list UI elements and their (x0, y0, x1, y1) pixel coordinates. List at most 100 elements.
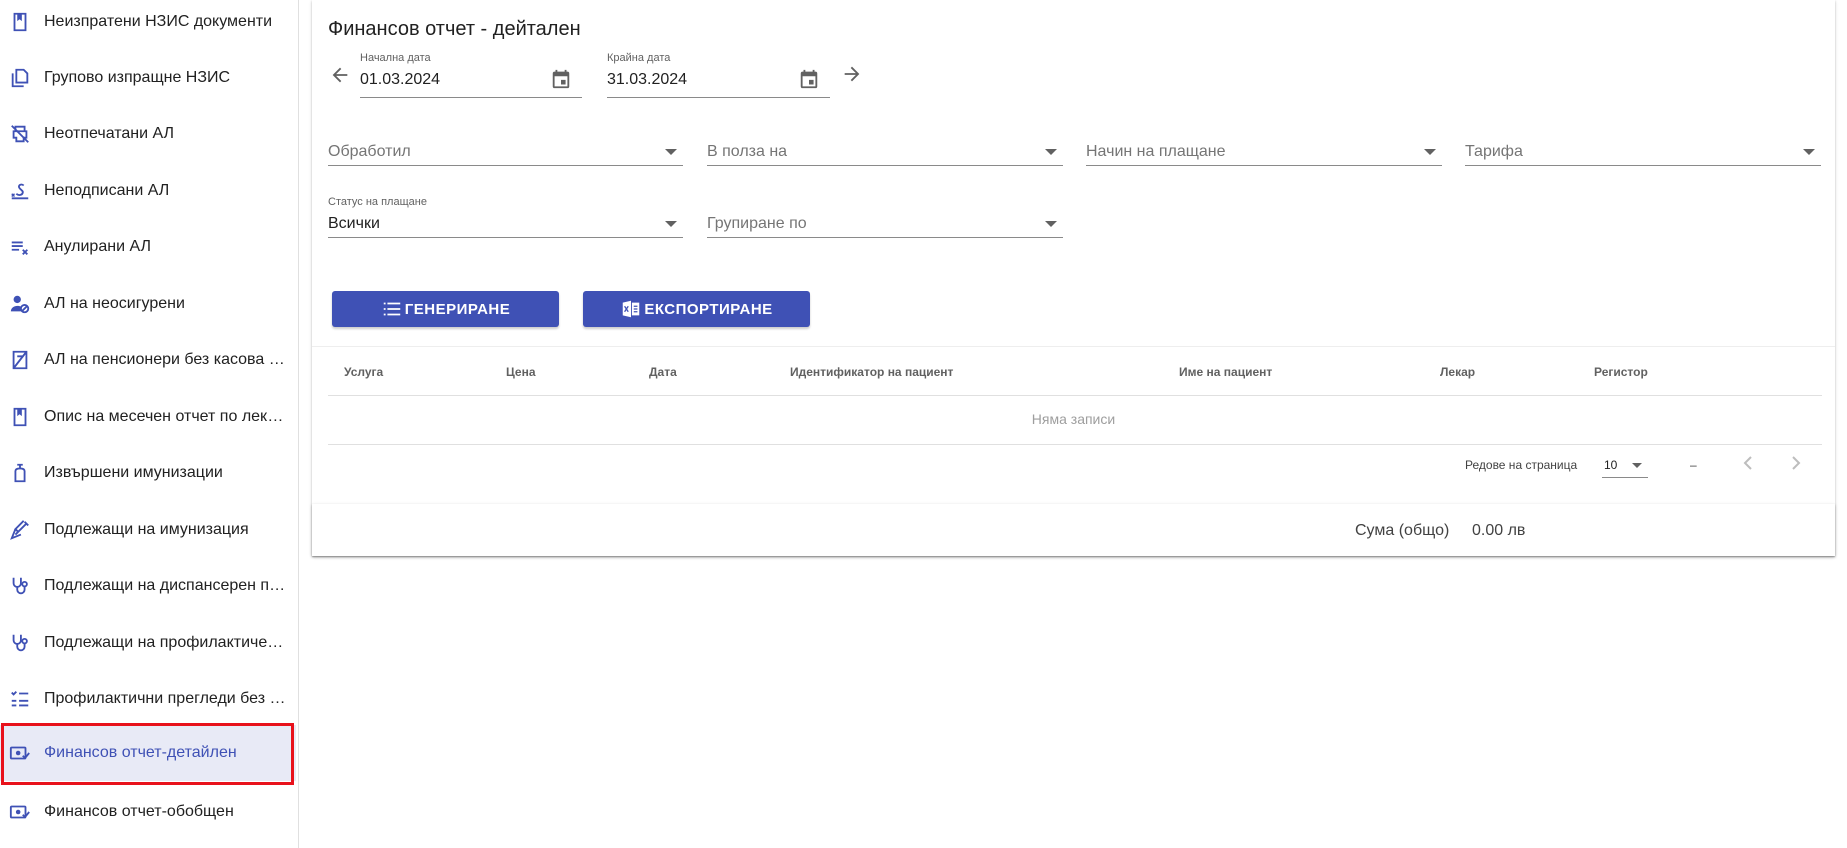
sidebar-item-unsent-nzis[interactable]: Неизпратени НЗИС документи (0, 0, 296, 50)
payment-method-select[interactable]: Начин на плащане (1086, 122, 1442, 166)
start-date-value: 01.03.2024 (360, 71, 441, 88)
export-button-label: ЕКСПОРТИРАНЕ (644, 300, 773, 318)
rows-per-page-select[interactable]: 10 (1602, 450, 1648, 478)
column-header-patient-name[interactable]: Име на пациент (1179, 365, 1272, 379)
sidebar-item-finance-summary[interactable]: Финансов отчет-обобщен (0, 784, 296, 840)
sidebar-item-label: Финансов отчет-детайлен (44, 744, 237, 761)
empty-table-message: Няма записи (1031, 411, 1116, 427)
arrow-left-icon (332, 67, 348, 83)
stethoscope-icon (9, 575, 31, 597)
start-date-field[interactable]: Начална дата 01.03.2024 (360, 52, 582, 98)
sidebar-item-dispensary-due[interactable]: Подлежащи на диспансерен преглед (0, 558, 296, 614)
sidebar-item-monthly-report[interactable]: Опис на месечен отчет по лекари (0, 389, 296, 445)
signature-icon (9, 180, 31, 202)
rows-per-page-value: 10 (1604, 458, 1618, 472)
total-sum-label: Сума (общо) (1355, 522, 1450, 539)
column-header-register[interactable]: Регистор (1594, 365, 1648, 379)
dropdown-caret-icon (1045, 149, 1057, 155)
bookmark-icon (9, 11, 31, 33)
receipt-off-icon (9, 349, 31, 371)
sidebar-item-unprinted[interactable]: Неотпечатани АЛ (0, 106, 296, 162)
in-favor-of-select[interactable]: В полза на (707, 122, 1063, 166)
processed-by-placeholder: Обработил (328, 143, 411, 160)
generate-button[interactable]: ГЕНЕРИРАНЕ (332, 291, 559, 327)
chevron-left-icon (1743, 456, 1752, 470)
payment-method-placeholder: Начин на плащане (1086, 143, 1226, 160)
column-header-service[interactable]: Услуга (344, 365, 383, 379)
calendar-icon[interactable] (550, 68, 572, 90)
rows-per-page-label: Редове на страница (1465, 458, 1578, 472)
report-card: Финансов отчет - дейтален Начална дата 0… (312, 0, 1835, 556)
dropdown-caret-icon (1045, 221, 1057, 227)
in-favor-of-placeholder: В полза на (707, 143, 788, 160)
dropdown-caret-icon (665, 149, 677, 155)
summary-card: Сума (общо) 0.00 лв (312, 504, 1835, 556)
arrow-right-icon (844, 66, 860, 82)
sidebar-item-preventive-no-results[interactable]: Профилактични прегледи без резултати (0, 671, 296, 727)
sidebar-item-label: Неизпратени НЗИС документи (44, 13, 273, 30)
sidebar-item-immunizations-done[interactable]: Извършени имунизации (0, 445, 296, 501)
end-date-label: Крайна дата (607, 52, 671, 64)
previous-page-button[interactable] (1736, 451, 1760, 475)
dropdown-caret-icon (665, 221, 677, 227)
column-header-price[interactable]: Цена (506, 365, 536, 379)
next-period-button[interactable] (841, 63, 863, 85)
end-date-value: 31.03.2024 (607, 71, 688, 88)
column-header-patient-id[interactable]: Идентификатор на пациент (790, 365, 953, 379)
chevron-right-icon (1792, 456, 1801, 470)
playlist-remove-icon (9, 236, 31, 258)
bookmark-icon (9, 406, 31, 428)
processed-by-select[interactable]: Обработил (328, 122, 683, 166)
sidebar-item-label: Неотпечатани АЛ (44, 125, 175, 142)
sidebar-item-label: Групово изпращне НЗИС (44, 69, 231, 86)
list-icon (383, 302, 400, 316)
column-header-doctor[interactable]: Лекар (1440, 365, 1475, 379)
dropdown-caret-icon (1632, 463, 1642, 468)
payment-status-label: Статус на плащане (328, 196, 427, 208)
payment-status-select[interactable]: Статус на плащане Всички (328, 194, 683, 238)
sidebar-item-immunization-due[interactable]: Подлежащи на имунизация (0, 502, 296, 558)
sidebar-item-label: АЛ на пенсионери без касова бележка (44, 351, 286, 368)
sidebar-item-group-send-nzis[interactable]: Групово изпращне НЗИС (0, 50, 296, 106)
sidebar-item-label: АЛ на неосигурени (44, 295, 185, 312)
payment-status-value: Всички (328, 215, 380, 232)
generate-button-label: ГЕНЕРИРАНЕ (404, 300, 511, 318)
sidebar-item-label: Подлежащи на диспансерен преглед (44, 577, 286, 594)
vaccine-bottle-icon (9, 462, 31, 484)
money-check-icon (9, 742, 31, 764)
end-date-field[interactable]: Крайна дата 31.03.2024 (607, 52, 830, 98)
export-button[interactable]: ЕКСПОРТИРАНЕ (583, 291, 810, 327)
sidebar: Неизпратени НЗИС документи Групово изпра… (0, 0, 299, 848)
person-off-icon (9, 293, 31, 315)
copy-icon (9, 67, 31, 89)
print-disabled-icon (9, 123, 31, 145)
money-check-icon (9, 801, 31, 823)
tariff-placeholder: Тарифа (1465, 143, 1523, 160)
start-date-label: Начална дата (360, 52, 431, 64)
sidebar-item-label: Анулирани АЛ (44, 238, 151, 255)
sidebar-item-pensioners[interactable]: АЛ на пенсионери без касова бележка (0, 332, 296, 388)
group-by-placeholder: Групиране по (707, 215, 807, 232)
sidebar-item-cancelled[interactable]: Анулирани АЛ (0, 219, 296, 275)
sidebar-item-label: Профилактични прегледи без резултати (44, 690, 286, 707)
total-sum-value: 0.00 лв (1472, 522, 1526, 539)
excel-icon (623, 300, 640, 318)
calendar-icon[interactable] (798, 68, 820, 90)
sidebar-item-finance-detailed[interactable]: Финансов отчет-детайлен (0, 725, 296, 781)
sidebar-item-unsigned[interactable]: Неподписани АЛ (0, 163, 296, 219)
syringe-icon (9, 519, 31, 541)
sidebar-item-uninsured[interactable]: АЛ на неосигурени (0, 276, 296, 332)
next-page-button[interactable] (1784, 451, 1808, 475)
sidebar-item-label: Опис на месечен отчет по лекари (44, 408, 286, 425)
sidebar-item-label: Неподписани АЛ (44, 182, 170, 199)
group-by-select[interactable]: Групиране по (707, 194, 1063, 238)
tariff-select[interactable]: Тарифа (1465, 122, 1821, 166)
previous-period-button[interactable] (329, 64, 351, 86)
sidebar-item-label: Подлежащи на профилактичен преглед (44, 634, 286, 651)
sidebar-item-label: Подлежащи на имунизация (44, 521, 249, 538)
column-header-date[interactable]: Дата (649, 365, 677, 379)
page-range-text: – (1690, 458, 1697, 472)
dropdown-caret-icon (1424, 149, 1436, 155)
sidebar-item-preventive-due[interactable]: Подлежащи на профилактичен преглед (0, 615, 296, 671)
checklist-icon (9, 688, 31, 710)
